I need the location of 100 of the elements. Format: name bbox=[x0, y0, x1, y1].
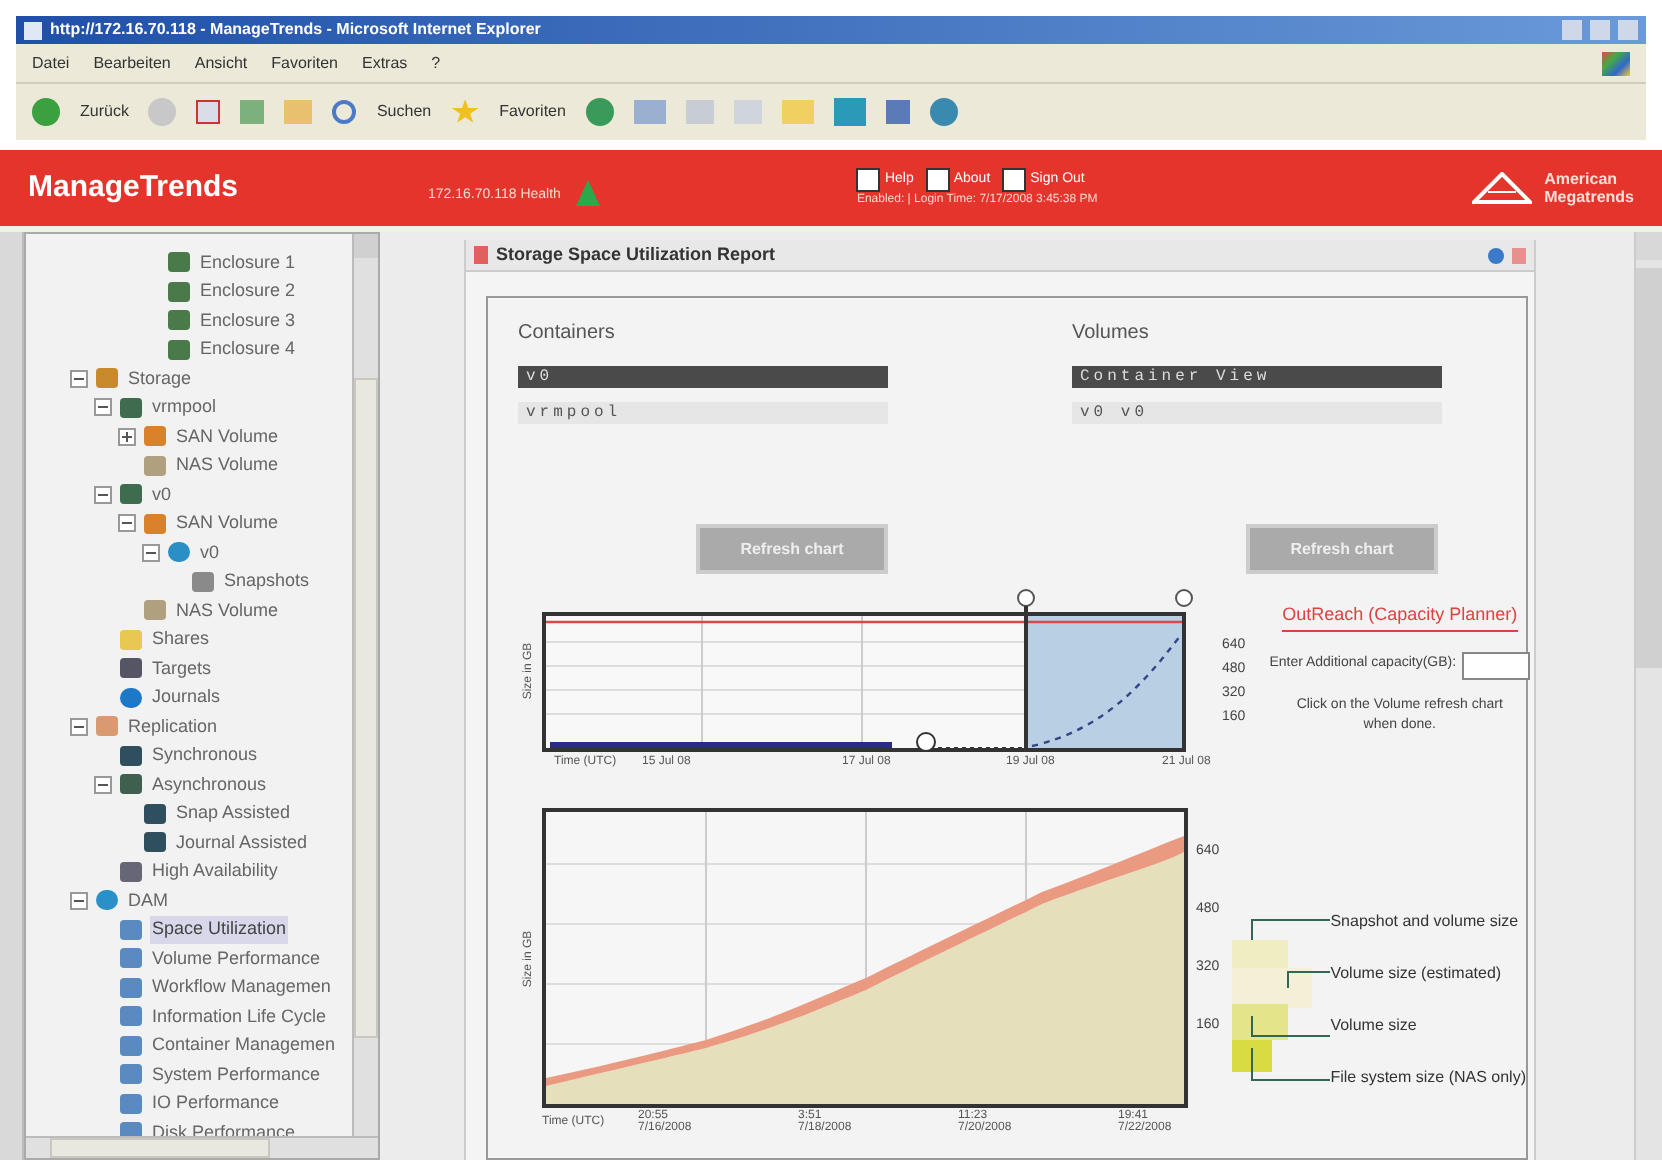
vertical-scrollbar[interactable] bbox=[1634, 232, 1662, 1160]
tool-icon[interactable] bbox=[885, 100, 910, 124]
search-button[interactable]: Suchen bbox=[376, 100, 432, 124]
tree-item[interactable]: Container Managemen bbox=[150, 1032, 338, 1059]
header-link-icon[interactable] bbox=[856, 167, 881, 191]
tree-item[interactable]: Workflow Managemen bbox=[150, 974, 333, 1001]
tree-node-icon bbox=[120, 1122, 142, 1136]
menu-item[interactable]: Datei bbox=[32, 51, 70, 75]
tree-node-icon bbox=[144, 600, 166, 621]
tree-item[interactable]: Shares bbox=[150, 626, 212, 653]
tree-item[interactable]: Journals bbox=[150, 684, 223, 711]
menu-item[interactable]: ? bbox=[431, 51, 441, 75]
menu-item[interactable]: Ansicht bbox=[194, 51, 248, 75]
legend-label: Snapshot and volume size bbox=[1330, 912, 1521, 932]
tree-item[interactable]: Snap Assisted bbox=[174, 800, 293, 827]
expand-icon[interactable] bbox=[118, 427, 136, 446]
legend-label: Volume size bbox=[1330, 1016, 1419, 1036]
collapse-icon[interactable] bbox=[70, 891, 88, 910]
tree-item[interactable]: v0 bbox=[198, 539, 222, 566]
collapse-icon[interactable] bbox=[94, 775, 112, 794]
tree-item[interactable]: Synchronous bbox=[150, 742, 260, 769]
scroll-thumb[interactable] bbox=[354, 378, 378, 1038]
tree-item[interactable]: Replication bbox=[126, 713, 220, 740]
report-title: Storage Space Utilization Report bbox=[496, 241, 776, 268]
menu-item[interactable]: Extras bbox=[361, 51, 408, 75]
tree-item[interactable]: vrmpool bbox=[150, 394, 219, 421]
outreach-link[interactable]: OutReach (Capacity Planner) bbox=[1282, 602, 1518, 631]
forward-icon[interactable] bbox=[148, 98, 177, 126]
tree-node-icon bbox=[120, 687, 142, 708]
tree-item[interactable]: SAN Volume bbox=[174, 423, 281, 450]
gap-line bbox=[937, 747, 1025, 749]
tree-node-icon bbox=[96, 890, 118, 911]
back-button[interactable]: Zurück bbox=[80, 100, 129, 124]
tree-node-icon bbox=[120, 484, 142, 505]
stop-icon[interactable] bbox=[196, 100, 221, 124]
tree-item[interactable]: Space Utilization bbox=[150, 916, 289, 943]
tree-item[interactable]: v0 bbox=[150, 481, 174, 508]
collapse-icon[interactable] bbox=[70, 369, 88, 388]
list-row[interactable]: v0 v0 bbox=[1072, 402, 1442, 424]
tree-item[interactable]: High Availability bbox=[150, 858, 280, 885]
tree-item[interactable]: Enclosure 1 bbox=[198, 249, 298, 276]
globe-icon[interactable] bbox=[929, 98, 958, 126]
menu-item[interactable]: Favoriten bbox=[271, 51, 338, 75]
tree-item[interactable]: Information Life Cycle bbox=[150, 1003, 329, 1030]
tree-item[interactable]: SAN Volume bbox=[174, 510, 281, 537]
scroll-thumb[interactable] bbox=[1636, 268, 1662, 668]
collapse-icon[interactable] bbox=[94, 485, 112, 504]
tree-node-icon bbox=[120, 1064, 142, 1085]
tree-item[interactable]: Volume Performance bbox=[150, 945, 323, 972]
tree-node-icon bbox=[120, 948, 142, 969]
back-icon[interactable] bbox=[32, 98, 60, 126]
refresh-icon[interactable] bbox=[240, 100, 265, 124]
tree-item[interactable]: Snapshots bbox=[222, 568, 312, 595]
favorites-button[interactable]: Favoriten bbox=[499, 100, 566, 124]
tree-item[interactable]: Targets bbox=[150, 655, 214, 682]
tree-item[interactable]: DAM bbox=[126, 887, 170, 914]
list-row[interactable]: vrmpool bbox=[518, 402, 888, 424]
tree-item[interactable]: NAS Volume bbox=[174, 452, 281, 479]
tree-node-icon bbox=[120, 658, 142, 679]
range-handle[interactable] bbox=[1017, 589, 1035, 752]
header-link-icon[interactable] bbox=[1002, 167, 1027, 191]
list-row[interactable]: Container View bbox=[1072, 366, 1442, 388]
tree-item[interactable]: Enclosure 4 bbox=[198, 336, 298, 363]
tree-item[interactable]: Enclosure 2 bbox=[198, 278, 298, 305]
messenger-icon[interactable] bbox=[833, 98, 866, 126]
home-icon[interactable] bbox=[284, 100, 313, 124]
tree-node-icon bbox=[120, 774, 142, 795]
capacity-input[interactable] bbox=[1462, 651, 1531, 679]
close-icon[interactable] bbox=[1512, 247, 1526, 263]
tree-item[interactable]: NAS Volume bbox=[174, 597, 281, 624]
horizontal-scrollbar[interactable] bbox=[26, 1136, 378, 1158]
tree-node-icon bbox=[120, 629, 142, 650]
header-link-icon[interactable] bbox=[925, 167, 950, 191]
list-row[interactable]: v0 bbox=[518, 366, 888, 388]
vertical-scrollbar[interactable] bbox=[352, 234, 378, 1136]
tree-item[interactable]: Enclosure 3 bbox=[198, 307, 298, 334]
menu-item[interactable]: Bearbeiten bbox=[93, 51, 171, 75]
info-icon[interactable] bbox=[1488, 247, 1504, 263]
collapse-icon[interactable] bbox=[118, 514, 136, 533]
health-tree-icon bbox=[576, 179, 601, 205]
tree-item[interactable]: Storage bbox=[126, 365, 194, 392]
tree-item[interactable]: IO Performance bbox=[150, 1090, 282, 1117]
tree-node-icon bbox=[120, 919, 142, 940]
collapse-icon[interactable] bbox=[94, 398, 112, 417]
collapse-icon[interactable] bbox=[142, 543, 160, 562]
search-icon[interactable] bbox=[332, 100, 357, 124]
history-icon[interactable] bbox=[585, 98, 614, 126]
tree-node-icon bbox=[96, 716, 118, 737]
tree-item[interactable]: Asynchronous bbox=[150, 771, 269, 798]
collapse-icon[interactable] bbox=[70, 717, 88, 736]
mail-icon[interactable] bbox=[633, 100, 666, 124]
report-icon bbox=[474, 246, 488, 264]
tree-node-icon bbox=[144, 455, 166, 476]
scroll-thumb[interactable] bbox=[50, 1138, 270, 1158]
tree-node-icon bbox=[120, 1035, 142, 1056]
tree-item[interactable]: System Performance bbox=[150, 1061, 323, 1088]
tree-item[interactable]: Journal Assisted bbox=[174, 829, 310, 856]
range-handle[interactable] bbox=[1175, 589, 1193, 607]
tree-node-icon bbox=[144, 426, 166, 447]
list-label: Containers bbox=[518, 320, 617, 348]
